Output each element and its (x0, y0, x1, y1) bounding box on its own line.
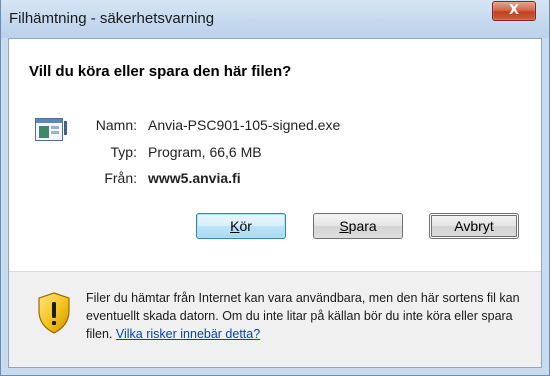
window-title: Filhämtning - säkerhetsvarning (9, 10, 215, 27)
title-bar[interactable]: Filhämtning - säkerhetsvarning X (1, 0, 549, 38)
file-name-label: Namn: (95, 117, 137, 133)
dialog-body: Vill du köra eller spara den här filen? … (8, 38, 542, 368)
dialog-question: Vill du köra eller spara den här filen? (29, 63, 292, 80)
risk-info-link[interactable]: Vilka risker innebär detta? (116, 327, 260, 341)
file-source-label: Från: (104, 170, 137, 186)
security-warning-message: Filer du hämtar från Internet kan vara a… (86, 289, 536, 343)
file-name-value: Anvia-PSC901-105-signed.exe (148, 117, 341, 133)
cancel-button[interactable]: Avbryt (429, 213, 519, 239)
security-warning-dialog: Filhämtning - säkerhetsvarning X Vill du… (0, 0, 550, 376)
run-button[interactable]: Kör (196, 213, 286, 239)
file-type-value: Program, 66,6 MB (148, 144, 262, 160)
file-source-value: www5.anvia.fi (148, 170, 241, 186)
save-button[interactable]: Spara (313, 213, 403, 239)
security-shield-warning-icon (38, 292, 70, 334)
security-warning-footer: Filer du hämtar från Internet kan vara a… (9, 272, 541, 367)
close-button[interactable]: X (492, 1, 536, 21)
save-button-accesskey: S (339, 218, 349, 234)
file-type-label: Typ: (110, 144, 137, 160)
